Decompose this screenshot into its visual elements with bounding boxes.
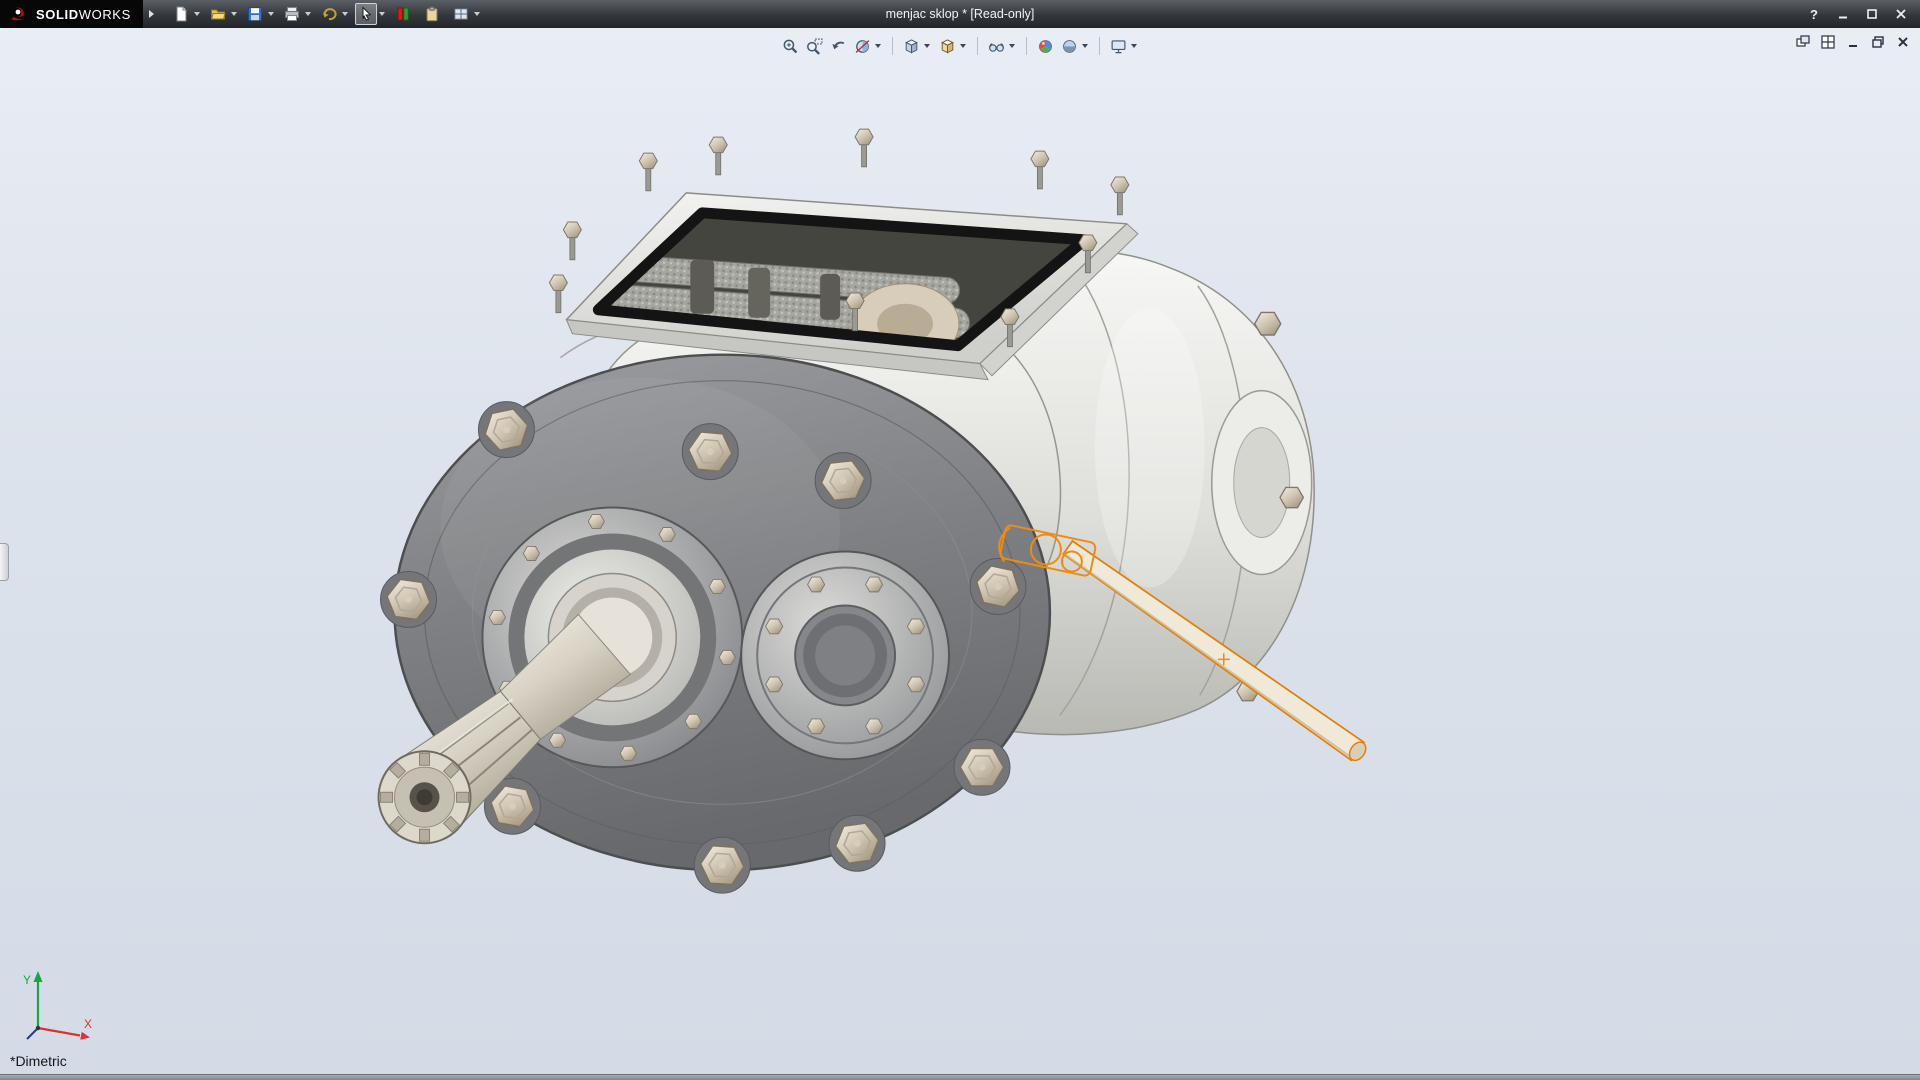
triad-y-label: Y <box>23 973 31 987</box>
dropdown-caret-icon[interactable] <box>1009 44 1015 48</box>
dropdown-caret-icon[interactable] <box>342 12 348 16</box>
dropdown-caret-icon[interactable] <box>1131 44 1137 48</box>
save-button[interactable] <box>244 3 266 25</box>
edit-appearance-icon <box>1037 38 1054 55</box>
gearbox-3d-model[interactable] <box>0 28 1920 1074</box>
print-button[interactable] <box>281 3 303 25</box>
dropdown-caret-icon[interactable] <box>924 44 930 48</box>
side-cover[interactable] <box>741 551 949 759</box>
toolbar-separator <box>1099 37 1100 55</box>
help-button[interactable]: ? <box>1805 5 1823 23</box>
zoom-to-area-icon <box>806 38 823 55</box>
view-grid-button[interactable] <box>450 3 472 25</box>
clipboard-button[interactable] <box>421 3 443 25</box>
close-doc-button[interactable] <box>1893 33 1912 50</box>
hide-show-items-icon <box>988 38 1005 55</box>
brand-bold: SOLID <box>36 7 79 22</box>
maximize-icon <box>1866 8 1878 20</box>
window-bottom-edge <box>0 1074 1920 1080</box>
open-button[interactable] <box>207 3 229 25</box>
minimize-icon <box>1837 8 1849 20</box>
minimize-doc-icon <box>1846 35 1860 49</box>
restore-doc-icon <box>1871 35 1885 49</box>
print-icon <box>284 6 300 22</box>
brand-light: WORKS <box>79 7 131 22</box>
display-style-icon <box>939 38 956 55</box>
dropdown-caret-icon[interactable] <box>268 12 274 16</box>
window-title: menjac sklop * [Read-only] <box>886 7 1035 21</box>
dropdown-caret-icon[interactable] <box>960 44 966 48</box>
color-swatch-icon <box>395 6 411 22</box>
new-document-icon <box>173 6 189 22</box>
triad-x-label: X <box>84 1017 92 1031</box>
dropdown-caret-icon[interactable] <box>305 12 311 16</box>
view-orientation-icon <box>903 38 920 55</box>
minimize-doc-button[interactable] <box>1843 33 1862 50</box>
close-icon <box>1895 8 1907 20</box>
toolbar-separator <box>977 37 978 55</box>
minimize-button[interactable] <box>1834 5 1852 23</box>
dropdown-caret-icon[interactable] <box>231 12 237 16</box>
zoom-to-fit-button[interactable] <box>779 35 801 57</box>
select-tool-button[interactable] <box>355 3 377 25</box>
menu-expand-icon[interactable] <box>149 10 154 18</box>
clipboard-icon <box>424 6 440 22</box>
solidworks-brand: SOLIDWORKS <box>0 0 143 28</box>
ds-logo-icon <box>9 6 29 22</box>
graphics-viewport[interactable]: Y X *Dimetric <box>0 28 1920 1074</box>
toolbar-separator <box>1026 37 1027 55</box>
close-button[interactable] <box>1892 5 1910 23</box>
view-orientation-label: *Dimetric <box>10 1053 67 1069</box>
undo-icon <box>321 6 337 22</box>
apply-scene-icon <box>1061 38 1078 55</box>
edit-appearance-button[interactable] <box>1034 35 1056 57</box>
zoom-to-fit-icon <box>782 38 799 55</box>
dropdown-caret-icon[interactable] <box>379 12 385 16</box>
orientation-triad: Y X <box>12 966 102 1046</box>
tile-windows-button[interactable] <box>1818 33 1837 50</box>
maximize-button[interactable] <box>1863 5 1881 23</box>
view-settings-icon <box>1110 38 1127 55</box>
titlebar: SOLIDWORKS <box>0 0 1920 28</box>
display-style-button[interactable] <box>936 35 958 57</box>
dropdown-caret-icon[interactable] <box>474 12 480 16</box>
select-cursor-icon <box>358 6 374 22</box>
solidworks-window: SOLIDWORKS <box>0 0 1920 1080</box>
dropdown-caret-icon[interactable] <box>875 44 881 48</box>
restore-doc-button[interactable] <box>1868 33 1887 50</box>
apply-scene-button[interactable] <box>1058 35 1080 57</box>
section-view-icon <box>854 38 871 55</box>
save-icon <box>247 6 263 22</box>
previous-view-icon <box>830 38 847 55</box>
collapsed-panel-tab[interactable] <box>0 543 9 581</box>
tile-windows-icon <box>1821 35 1835 49</box>
window-controls: ? <box>1805 5 1920 23</box>
zoom-to-area-button[interactable] <box>803 35 825 57</box>
close-doc-icon <box>1896 35 1910 49</box>
view-orientation-button[interactable] <box>900 35 922 57</box>
previous-view-button[interactable] <box>827 35 849 57</box>
new-document-button[interactable] <box>170 3 192 25</box>
hide-show-items-button[interactable] <box>985 35 1007 57</box>
cascade-windows-icon <box>1796 35 1810 49</box>
undo-button[interactable] <box>318 3 340 25</box>
cascade-windows-button[interactable] <box>1793 33 1812 50</box>
document-window-controls <box>1793 33 1912 50</box>
color-swatch-button[interactable] <box>392 3 414 25</box>
main-toolbar <box>170 3 487 25</box>
section-view-button[interactable] <box>851 35 873 57</box>
headsup-view-toolbar <box>779 35 1141 57</box>
brand-text: SOLIDWORKS <box>36 7 131 22</box>
dropdown-caret-icon[interactable] <box>1082 44 1088 48</box>
open-icon <box>210 6 226 22</box>
toolbar-separator <box>892 37 893 55</box>
view-grid-icon <box>453 6 469 22</box>
dropdown-caret-icon[interactable] <box>194 12 200 16</box>
view-settings-button[interactable] <box>1107 35 1129 57</box>
